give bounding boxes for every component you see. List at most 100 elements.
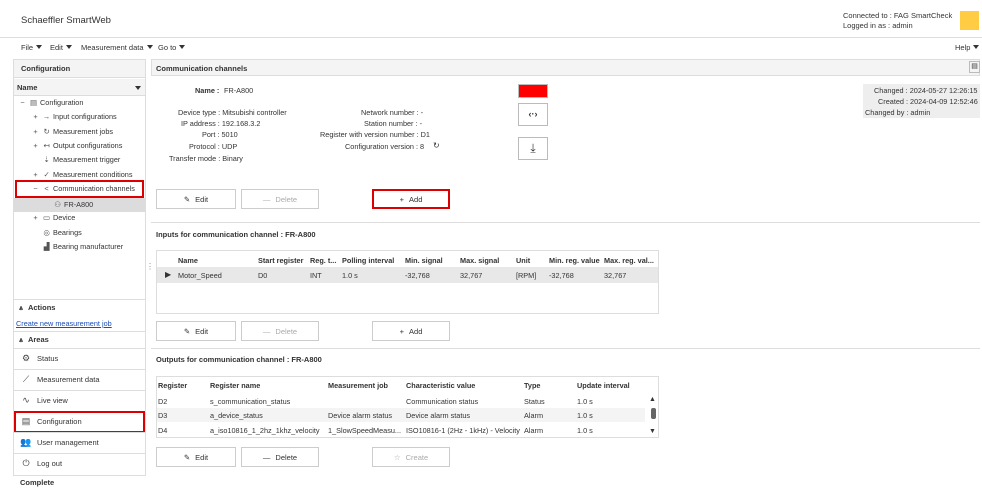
tree-item-bearings[interactable]: ◎ Bearings <box>42 228 82 237</box>
pencil-icon: ✎ <box>183 194 191 204</box>
tree-item-device[interactable]: + ▭ Device <box>31 213 75 222</box>
col-header[interactable]: Min. reg. value <box>549 256 600 265</box>
expand-icon[interactable]: + <box>31 127 40 136</box>
chevron-down-icon <box>179 45 186 49</box>
menu-help[interactable]: Help <box>955 43 980 52</box>
menu-edit[interactable]: Edit <box>50 43 72 52</box>
comment-icon[interactable]: ▤ <box>969 61 980 73</box>
actions-header[interactable]: ⩓ Actions <box>14 299 145 315</box>
tree-item-output-configurations[interactable]: + ↤ Output configurations <box>31 141 122 150</box>
tree-item-bearing-manufacturer[interactable]: ▟ Bearing manufacturer <box>42 242 123 251</box>
scroll-up-icon[interactable]: ▲ <box>649 396 656 403</box>
splitter-handle[interactable]: ⋮ <box>146 262 154 271</box>
area-label: Log out <box>37 459 63 468</box>
menu-edit-label: Edit <box>50 43 63 52</box>
col-header[interactable]: Register name <box>210 381 260 390</box>
name-label: Name : <box>195 86 220 95</box>
outputs-title: Outputs for communication channel : FR-A… <box>156 355 322 364</box>
tree-item-measurement-trigger[interactable]: ⇣ Measurement trigger <box>42 155 120 164</box>
download-icon[interactable]: ⤓ <box>518 137 548 160</box>
channel-add-button[interactable]: + Add <box>372 189 450 209</box>
inputs-edit-button[interactable]: ✎ Edit <box>156 321 236 341</box>
users-icon: 👥 <box>20 437 32 447</box>
network-number: Network number : - <box>361 108 424 117</box>
col-header[interactable]: Type <box>524 381 541 390</box>
channel-edit-button[interactable]: ✎ Edit <box>156 189 236 209</box>
area-log-out[interactable]: ⏻ Log out <box>14 453 145 473</box>
sidebar-header: Configuration <box>14 60 145 78</box>
col-header[interactable]: Name <box>178 256 198 265</box>
inputs-delete-button[interactable]: — Delete <box>241 321 319 341</box>
button-label: Create <box>405 452 429 462</box>
table-cell: D4 <box>158 426 168 435</box>
outputs-delete-button[interactable]: — Delete <box>241 447 319 467</box>
expand-icon[interactable]: + <box>31 170 40 179</box>
expand-icon[interactable]: + <box>31 213 40 222</box>
tree-label: Input configurations <box>53 112 117 121</box>
menu-measurement-data[interactable]: Measurement data <box>81 43 153 52</box>
outputs-edit-button[interactable]: ✎ Edit <box>156 447 236 467</box>
table-cell: a_device_status <box>210 411 263 420</box>
channel-delete-button[interactable]: — Delete <box>241 189 319 209</box>
scrollbar-thumb[interactable] <box>651 408 656 419</box>
areas-header[interactable]: ⩓ Areas <box>14 331 145 347</box>
tree-label: Measurement conditions <box>53 170 133 179</box>
col-header[interactable]: Max. signal <box>460 256 499 265</box>
ip-address: IP address : 192.168.3.2 <box>181 119 261 128</box>
history-icon[interactable]: ↻ <box>433 141 440 150</box>
table-cell: [RPM] <box>516 271 537 280</box>
area-user-management[interactable]: 👥 User management <box>14 432 145 452</box>
expand-row-icon[interactable]: ▶ <box>165 270 171 279</box>
chevron-up-icon: ⩓ <box>19 337 23 344</box>
area-label: Measurement data <box>37 375 100 384</box>
create-measurement-job-link[interactable]: Create new measurement job <box>16 319 112 328</box>
col-header[interactable]: Start register <box>258 256 303 265</box>
table-cell: 1.0 s <box>577 397 593 406</box>
name-value: FR-A800 <box>224 86 254 95</box>
device-type: Device type : Mitsubishi controller <box>178 108 287 117</box>
menu-go-to[interactable]: Go to <box>158 43 186 52</box>
chevron-down-icon[interactable] <box>135 86 141 90</box>
tree-item-input-configurations[interactable]: + → Input configurations <box>31 112 117 121</box>
outputs-create-button[interactable]: ☆ Create <box>372 447 450 467</box>
sidebar: Configuration Name − ▤ Configuration + → Inp… <box>13 59 146 476</box>
col-header[interactable]: Unit <box>516 256 530 265</box>
col-header[interactable]: Register <box>158 381 187 390</box>
area-measurement-data[interactable]: ⟋ Measurement data <box>14 369 145 389</box>
col-header[interactable]: Min. signal <box>405 256 443 265</box>
col-header[interactable]: Measurement job <box>328 381 388 390</box>
collapse-icon[interactable]: − <box>18 98 27 107</box>
area-status[interactable]: ⚙ Status <box>14 348 145 368</box>
factory-icon: ▟ <box>43 242 50 251</box>
button-label: Edit <box>195 452 209 462</box>
scroll-down-icon[interactable]: ▼ <box>649 428 656 435</box>
tree-item-configuration[interactable]: − ▤ Configuration <box>18 98 83 107</box>
tree-label: Output configurations <box>53 141 123 150</box>
table-cell: Alarm <box>524 411 544 420</box>
col-header[interactable]: Reg. t... <box>310 256 336 265</box>
expand-icon[interactable]: + <box>31 141 40 150</box>
inputs-add-button[interactable]: + Add <box>372 321 450 341</box>
expand-icon[interactable]: + <box>31 112 40 121</box>
minus-icon: — <box>262 194 271 204</box>
button-label: Add <box>409 326 423 336</box>
button-label: Delete <box>275 326 298 336</box>
tree-item-fr-a800[interactable]: ⚇ FR-A800 <box>53 200 93 209</box>
col-header[interactable]: Max. reg. val... <box>604 256 654 265</box>
status-indicator <box>518 84 548 98</box>
col-header[interactable]: Characteristic value <box>406 381 475 390</box>
name-column-header[interactable]: Name <box>14 79 145 96</box>
tree-item-measurement-conditions[interactable]: + ✓ Measurement conditions <box>31 170 133 179</box>
table-cell: INT <box>310 271 322 280</box>
menu-file[interactable]: File <box>21 43 43 52</box>
connection-test-icon[interactable]: ‹·› <box>518 103 548 126</box>
chart-icon: ⟋ <box>22 374 30 384</box>
created-timestamp: Created : 2024-04-09 12:52:46 <box>878 97 978 106</box>
protocol: Protocol : UDP <box>189 142 238 151</box>
plus-icon: + <box>399 326 405 336</box>
tree-item-measurement-jobs[interactable]: + ↻ Measurement jobs <box>31 127 113 136</box>
area-live-view[interactable]: ∿ Live view <box>14 390 145 410</box>
table-cell: Device alarm status <box>406 411 471 420</box>
col-header[interactable]: Polling interval <box>342 256 394 265</box>
col-header[interactable]: Update interval <box>577 381 630 390</box>
